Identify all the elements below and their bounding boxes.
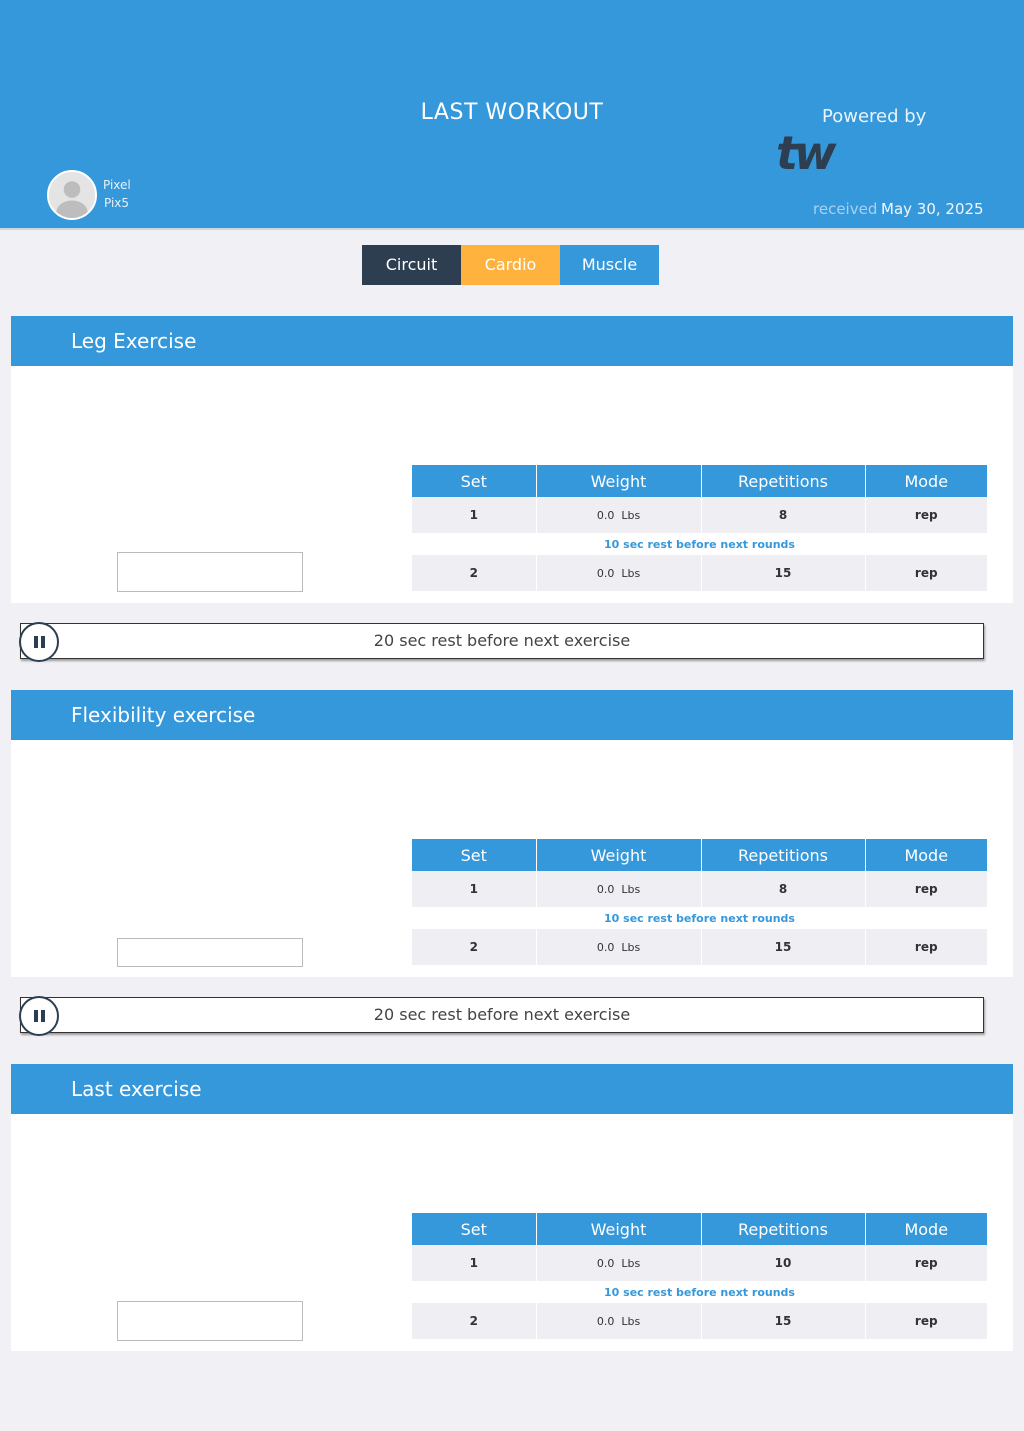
header: Pixel Pix5 LAST WORKOUT Powered by tw re… (0, 0, 1024, 230)
exercise-rest-text: 20 sec rest before next exercise (373, 1005, 631, 1024)
exercise-title: Last exercise (11, 1064, 1013, 1114)
round-rest-text: 10 sec rest before next rounds (412, 907, 987, 929)
tab-muscle[interactable]: Muscle (560, 245, 659, 285)
sets-table-header: Set Weight Repetitions Mode (412, 839, 987, 871)
weight-cell: 0.0 Lbs (536, 555, 702, 591)
exercise-rest-bar: 20 sec rest before next exercise (19, 996, 984, 1036)
avatar[interactable] (47, 170, 97, 220)
col-weight-header: Weight (536, 1213, 702, 1245)
col-set-header: Set (412, 839, 537, 871)
exercise-rest-text: 20 sec rest before next exercise (373, 631, 631, 650)
sets-table: Set Weight Repetitions Mode 1 0.0 Lbs 8 … (412, 465, 987, 591)
col-set-header: Set (412, 1213, 537, 1245)
table-row: 2 0.0 Lbs 15 rep (412, 555, 987, 591)
sets-table: Set Weight Repetitions Mode 1 0.0 Lbs 10… (412, 1213, 987, 1339)
exercise-note-field[interactable] (117, 552, 303, 592)
col-weight-header: Weight (536, 839, 702, 871)
round-rest-row: 10 sec rest before next rounds (412, 907, 987, 929)
set-number: 1 (412, 871, 537, 907)
weight-value: 0.0 (596, 882, 615, 896)
reps-value: 10 (701, 1245, 866, 1281)
weight-unit: Lbs (621, 1256, 641, 1270)
weight-value: 0.0 (596, 940, 615, 954)
col-repetitions-header: Repetitions (701, 839, 866, 871)
set-number: 2 (412, 1303, 537, 1339)
exercise-card: Flexibility exercise Set Weight Repetiti… (11, 690, 1013, 977)
reps-value: 15 (701, 929, 866, 965)
workout-type-tabs: Circuit Cardio Muscle (362, 245, 659, 285)
col-repetitions-header: Repetitions (701, 1213, 866, 1245)
col-mode-header: Mode (865, 1213, 987, 1245)
table-row: 1 0.0 Lbs 10 rep (412, 1245, 987, 1281)
weight-cell: 0.0 Lbs (536, 497, 702, 533)
col-repetitions-header: Repetitions (701, 465, 866, 497)
weight-unit: Lbs (621, 566, 641, 580)
tab-cardio[interactable]: Cardio (461, 245, 560, 285)
weight-unit: Lbs (621, 1314, 641, 1328)
weight-unit: Lbs (621, 508, 641, 522)
col-mode-header: Mode (865, 465, 987, 497)
reps-value: 15 (701, 1303, 866, 1339)
mode-value: rep (865, 929, 987, 965)
col-mode-header: Mode (865, 839, 987, 871)
received-label: received (813, 200, 878, 218)
mode-value: rep (865, 1245, 987, 1281)
col-weight-header: Weight (536, 465, 702, 497)
set-number: 1 (412, 497, 537, 533)
exercise-title: Flexibility exercise (11, 690, 1013, 740)
exercise-card: Leg Exercise Set Weight Repetitions Mode… (11, 316, 1013, 603)
set-number: 1 (412, 1245, 537, 1281)
exercise-note-field[interactable] (117, 938, 303, 967)
user-icon (49, 172, 95, 218)
sets-table-header: Set Weight Repetitions Mode (412, 1213, 987, 1245)
reps-value: 15 (701, 555, 866, 591)
weight-unit: Lbs (621, 940, 641, 954)
reps-value: 8 (701, 497, 866, 533)
table-row: 2 0.0 Lbs 15 rep (412, 929, 987, 965)
sets-table: Set Weight Repetitions Mode 1 0.0 Lbs 8 … (412, 839, 987, 965)
round-rest-row: 10 sec rest before next rounds (412, 533, 987, 555)
round-rest-row: 10 sec rest before next rounds (412, 1281, 987, 1303)
exercise-rest-bar: 20 sec rest before next exercise (19, 622, 984, 662)
round-rest-text: 10 sec rest before next rounds (412, 1281, 987, 1303)
table-row: 2 0.0 Lbs 15 rep (412, 1303, 987, 1339)
weight-cell: 0.0 Lbs (536, 1245, 702, 1281)
exercise-title: Leg Exercise (11, 316, 1013, 366)
table-row: 1 0.0 Lbs 8 rep (412, 871, 987, 907)
sets-table-header: Set Weight Repetitions Mode (412, 465, 987, 497)
powered-by-label: Powered by (822, 106, 927, 127)
weight-cell: 0.0 Lbs (536, 1303, 702, 1339)
mode-value: rep (865, 497, 987, 533)
mode-value: rep (865, 1303, 987, 1339)
col-set-header: Set (412, 465, 537, 497)
exercise-card: Last exercise Set Weight Repetitions Mod… (11, 1064, 1013, 1351)
user-last-name: Pix5 (104, 196, 130, 210)
set-number: 2 (412, 929, 537, 965)
set-number: 2 (412, 555, 537, 591)
weight-unit: Lbs (621, 882, 641, 896)
mode-value: rep (865, 871, 987, 907)
received-date: May 30, 2025 (881, 200, 984, 218)
tw-logo: tw (776, 126, 841, 174)
weight-value: 0.0 (596, 508, 615, 522)
exercise-note-field[interactable] (117, 1301, 303, 1341)
user-first-name: Pixel (103, 178, 131, 192)
weight-cell: 0.0 Lbs (536, 929, 702, 965)
tab-circuit[interactable]: Circuit (362, 245, 461, 285)
table-row: 1 0.0 Lbs 8 rep (412, 497, 987, 533)
mode-value: rep (865, 555, 987, 591)
tw-logo-text: tw (776, 126, 837, 174)
round-rest-text: 10 sec rest before next rounds (412, 533, 987, 555)
weight-cell: 0.0 Lbs (536, 871, 702, 907)
weight-value: 0.0 (596, 1314, 615, 1328)
weight-value: 0.0 (596, 566, 615, 580)
reps-value: 8 (701, 871, 866, 907)
weight-value: 0.0 (596, 1256, 615, 1270)
